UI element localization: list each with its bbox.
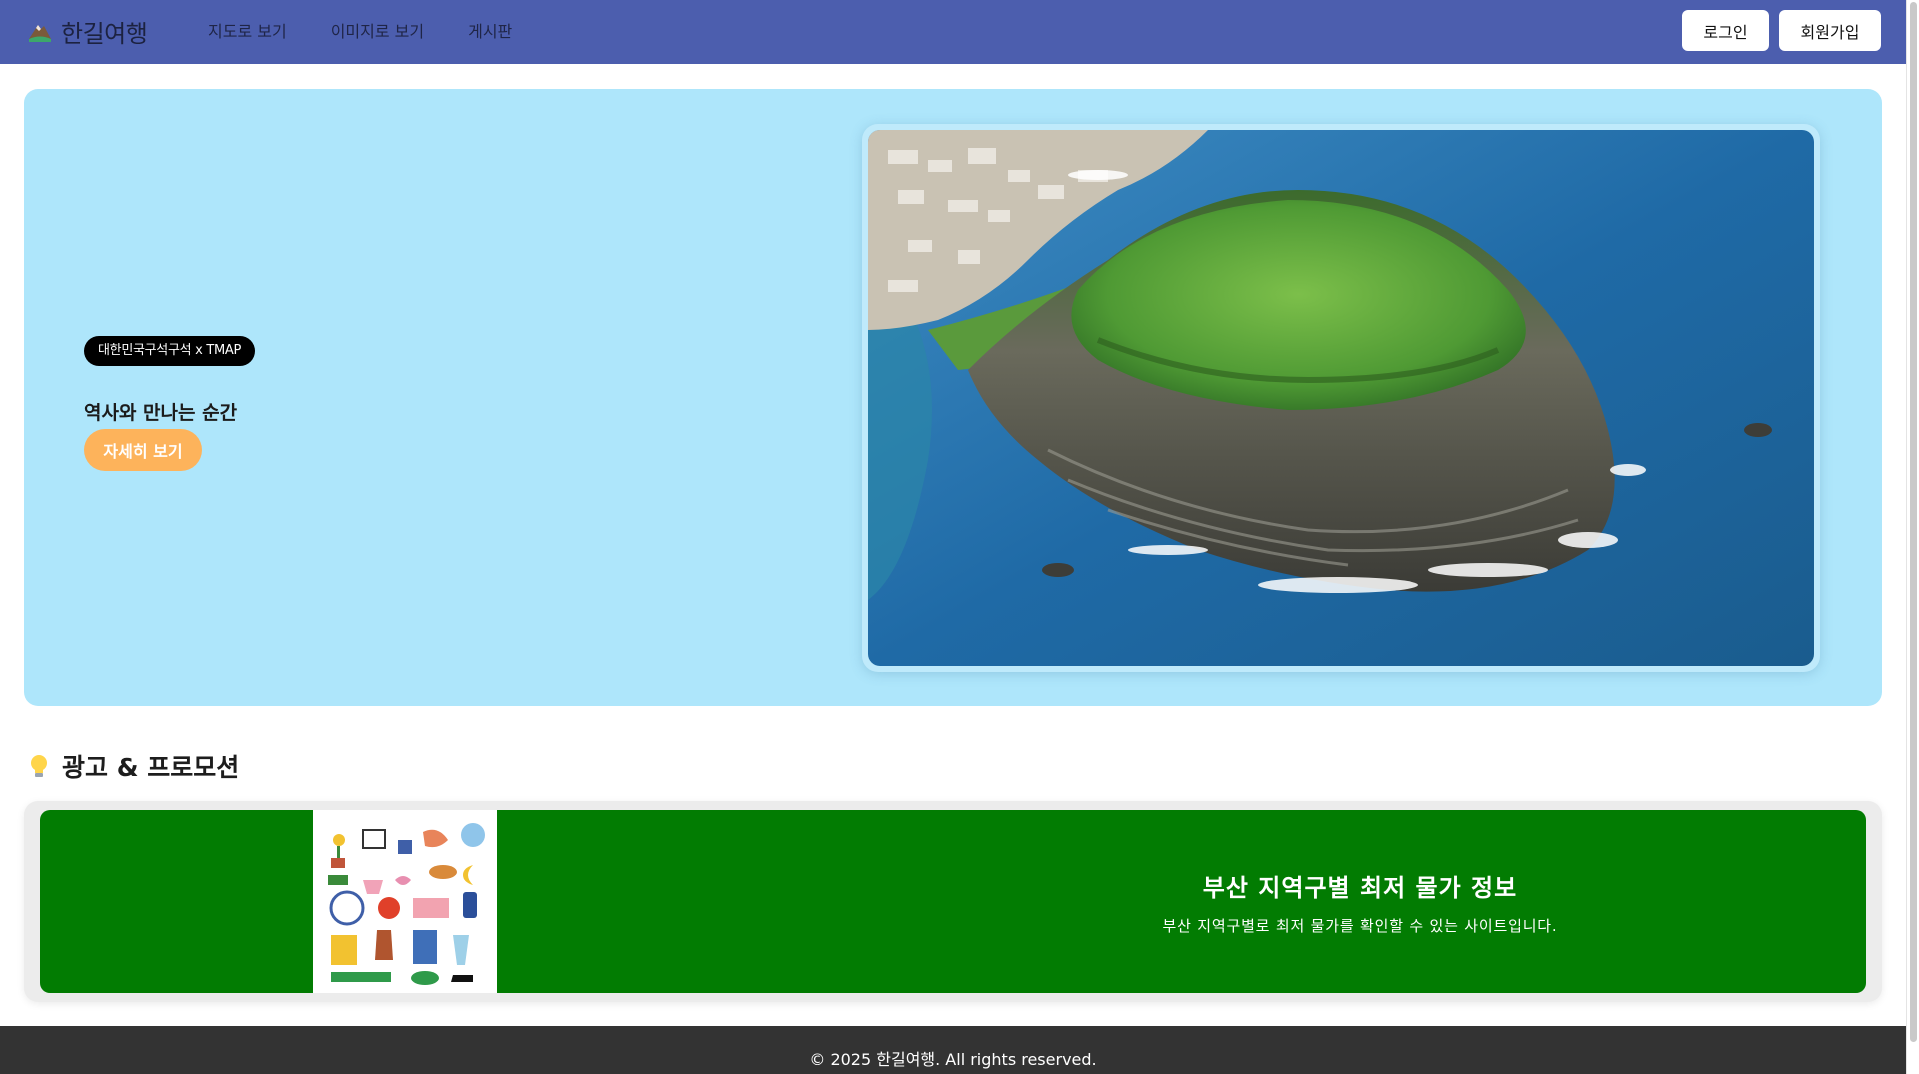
page-scrollbar[interactable] <box>1906 0 1919 1074</box>
promo-banner-description: 부산 지역구별로 최저 물가를 확인할 수 있는 사이트입니다. <box>1162 917 1558 935</box>
hero-island-image <box>868 130 1814 666</box>
page-footer: © 2025 한길여행. All rights reserved. <box>0 1026 1906 1074</box>
nav-board[interactable]: 게시판 <box>468 18 512 42</box>
promo-illustration-image <box>313 810 497 993</box>
hero-details-button[interactable]: 자세히 보기 <box>84 429 202 471</box>
main-nav: 지도로 보기 이미지로 보기 게시판 <box>208 18 512 42</box>
top-navbar: 한길여행 지도로 보기 이미지로 보기 게시판 로그인 회원가입 <box>0 0 1906 64</box>
hero-image-frame <box>862 124 1820 672</box>
auth-buttons: 로그인 회원가입 <box>1682 10 1881 51</box>
logo-text: 한길여행 <box>61 20 148 48</box>
site-logo[interactable]: 한길여행 <box>27 14 148 49</box>
hero-content: 대한민국구석구석 x TMAP 역사와 만나는 순간 자세히 보기 <box>84 336 256 471</box>
nav-map-view[interactable]: 지도로 보기 <box>208 18 287 42</box>
promo-text: 부산 지역구별 최저 물가 정보 부산 지역구별로 최저 물가를 확인할 수 있… <box>1110 868 1610 936</box>
nav-image-view[interactable]: 이미지로 보기 <box>331 18 424 42</box>
signup-button[interactable]: 회원가입 <box>1779 10 1881 51</box>
hero-badge: 대한민국구석구석 x TMAP <box>84 336 256 366</box>
scrollbar-thumb[interactable] <box>1910 2 1917 1042</box>
promo-section-header: 광고 & 프로모션 <box>28 748 239 784</box>
mountain-logo-icon <box>29 24 51 42</box>
hero-title: 역사와 만나는 순간 <box>84 402 238 424</box>
login-button[interactable]: 로그인 <box>1682 10 1769 51</box>
footer-copyright: © 2025 한길여행. All rights reserved. <box>809 1050 1097 1069</box>
promo-banner-busan-prices[interactable]: 부산 지역구별 최저 물가 정보 부산 지역구별로 최저 물가를 확인할 수 있… <box>40 810 1866 993</box>
lightbulb-icon <box>31 755 47 777</box>
promo-section-title: 광고 & 프로모션 <box>62 753 240 782</box>
promo-banner-title: 부산 지역구별 최저 물가 정보 <box>1202 874 1518 902</box>
hero-banner: 대한민국구석구석 x TMAP 역사와 만나는 순간 자세히 보기 <box>24 89 1882 706</box>
promo-card: 부산 지역구별 최저 물가 정보 부산 지역구별로 최저 물가를 확인할 수 있… <box>24 801 1882 1002</box>
